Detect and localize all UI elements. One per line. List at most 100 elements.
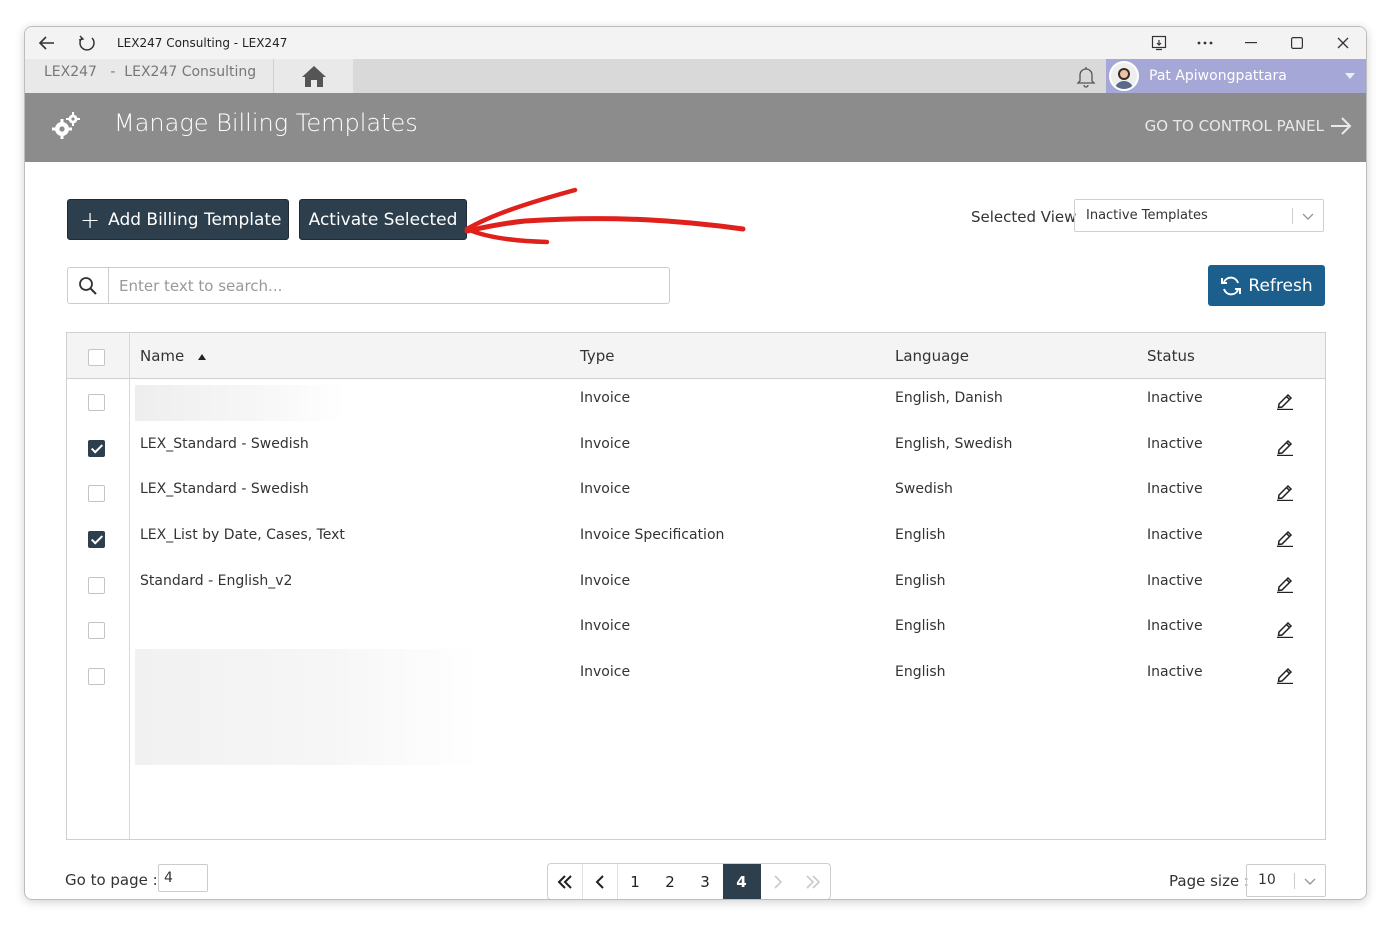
table-row[interactable]: Invoice English, Danish Inactive [67,379,1325,425]
cell-name: LEX_Standard - Swedish [140,481,309,497]
firm-breadcrumb[interactable]: LEX247 - LEX247 Consulting [25,59,273,93]
cell-status: Inactive [1147,664,1203,680]
cell-type: Invoice [580,436,631,452]
double-chevron-left-icon [557,874,572,889]
table-row[interactable]: LEX_Standard - Swedish Invoice English, Sw… [67,425,1325,471]
page-button-3[interactable]: 3 [688,864,723,899]
selected-view-label: Selected View [971,208,1077,226]
breadcrumb-separator: - [110,64,116,80]
cell-type: Invoice [580,618,631,634]
cell-name: LEX_List by Date, Cases, Text [140,527,345,543]
home-icon [301,66,326,87]
table-row[interactable]: LEX_List by Date, Cases, Text Invoice Spe… [67,516,1325,562]
row-checkbox[interactable] [88,485,105,502]
annotation-arrow [464,187,746,245]
back-arrow-icon[interactable] [37,33,57,53]
cell-language: English, Swedish [895,436,1013,452]
minimize-icon[interactable] [1228,27,1274,59]
page-title: Manage Billing Templates [114,109,418,137]
row-checkbox[interactable] [88,577,105,594]
arrow-right-icon [1331,117,1352,135]
search-input[interactable] [110,268,668,303]
activate-selected-button[interactable]: Activate Selected [299,199,467,240]
search-icon[interactable] [68,268,109,303]
page-numbers: 1234 [618,864,761,899]
title-bar: LEX247 Consulting - LEX247 [25,27,1366,59]
page-size-value: 10 [1258,872,1276,888]
cell-type: Invoice [580,664,631,680]
edit-pencil-icon[interactable] [1275,527,1295,547]
page-button-2[interactable]: 2 [653,864,688,899]
cell-type: Invoice Specification [580,527,725,543]
control-panel-label: GO TO CONTROL PANEL [1144,117,1324,135]
chevron-down-icon [1304,878,1316,885]
add-button-label: Add Billing Template [108,209,282,230]
cell-language: Swedish [895,481,953,497]
home-button[interactable] [273,59,353,93]
column-status-header[interactable]: Status [1147,347,1195,365]
go-to-control-panel-link[interactable]: GO TO CONTROL PANEL [1145,117,1352,135]
cell-status: Inactive [1147,573,1203,589]
select-all-checkbox[interactable] [88,349,105,366]
go-to-page-label: Go to page : [65,871,158,889]
edit-pencil-icon[interactable] [1275,664,1295,684]
row-checkbox[interactable] [88,622,105,639]
app-bar: LEX247 - LEX247 Consulting Pat Apiwongpa… [25,59,1366,93]
table-row[interactable]: LEX_Standard - Swedish Invoice Swedish Inac… [67,470,1325,516]
column-type-header[interactable]: Type [580,347,614,365]
column-name-label: Name [140,347,185,365]
row-checkbox[interactable] [88,668,105,685]
last-page-button[interactable] [795,864,830,899]
edit-pencil-icon[interactable] [1275,436,1295,456]
table-row[interactable]: Invoice English Inactive [67,607,1325,653]
sort-ascending-icon [198,354,207,360]
page-size-label: Page size : [1169,872,1249,890]
row-checkbox[interactable] [88,531,105,548]
cell-status: Inactive [1147,390,1203,406]
row-checkbox[interactable] [88,394,105,411]
templates-grid: Name Type Language Status Invoice English… [66,332,1326,840]
previous-page-button[interactable] [583,864,618,899]
column-language-header[interactable]: Language [895,347,969,365]
refresh-label: Refresh [1248,275,1313,296]
cell-language: English [895,618,946,634]
cell-status: Inactive [1147,481,1203,497]
column-name-header[interactable]: Name [140,347,207,365]
go-to-page-input[interactable]: 4 [158,864,208,892]
first-page-button[interactable] [548,864,583,899]
refresh-button[interactable]: Refresh [1208,265,1325,306]
page-header: Manage Billing Templates GO TO CONTROL P… [25,93,1366,162]
page-size-dropdown[interactable]: 10 [1246,864,1326,897]
more-options-icon[interactable] [1182,27,1228,59]
maximize-icon[interactable] [1274,27,1320,59]
reload-icon[interactable] [77,33,97,53]
avatar [1109,61,1139,91]
add-billing-template-button[interactable]: + Add Billing Template [67,199,289,240]
edit-pencil-icon[interactable] [1275,573,1295,593]
selected-view-dropdown[interactable]: Inactive Templates [1074,199,1324,232]
cell-language: English [895,664,946,680]
app-available-icon[interactable] [1136,27,1182,59]
edit-pencil-icon[interactable] [1275,618,1295,638]
next-page-button[interactable] [761,864,796,899]
table-row[interactable]: Standard - English_v2 Invoice English Inact… [67,562,1325,608]
table-row[interactable]: Invoice English Inactive [67,653,1325,699]
edit-pencil-icon[interactable] [1275,481,1295,501]
cell-name: Standard - English_v2 [140,573,293,589]
dropdown-separator [1294,873,1295,889]
plus-icon: + [80,205,101,234]
cell-name: LEX_Standard - Swedish [140,436,309,452]
page-button-4[interactable]: 4 [722,864,761,899]
row-checkbox[interactable] [88,440,105,457]
cell-status: Inactive [1147,527,1203,543]
close-icon[interactable] [1320,27,1366,59]
chevron-down-icon [1302,213,1314,220]
search-box [67,267,670,304]
cell-status: Inactive [1147,436,1203,452]
edit-pencil-icon[interactable] [1275,390,1295,410]
notification-bell-icon[interactable] [1074,64,1098,92]
chevron-left-icon [595,874,604,889]
user-menu[interactable]: Pat Apiwongpattara [1106,59,1366,93]
gears-icon [52,112,80,139]
page-button-1[interactable]: 1 [618,864,653,899]
